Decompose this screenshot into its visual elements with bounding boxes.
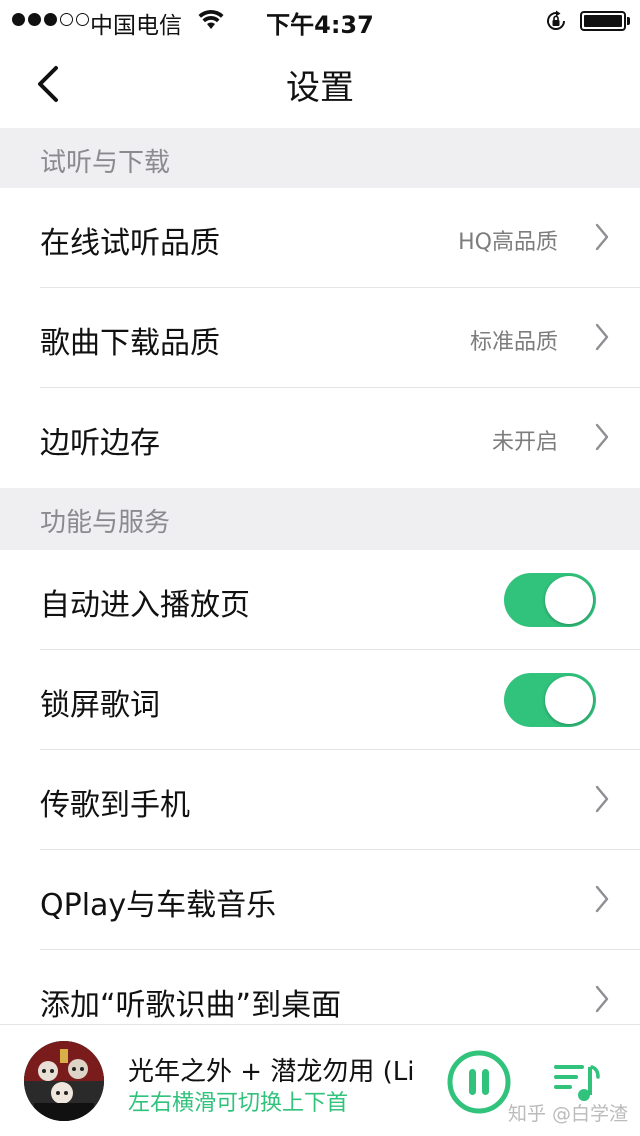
- row-value: 未开启: [491, 430, 558, 455]
- page-title: 设置: [286, 68, 354, 108]
- section-title: 功能与服务: [40, 508, 171, 538]
- row-online-quality[interactable]: 在线试听品质 HQ高品质: [0, 188, 640, 288]
- chevron-right-icon: [595, 885, 609, 913]
- row-label: 歌曲下载品质: [40, 326, 220, 361]
- row-label: 传歌到手机: [40, 788, 190, 823]
- album-cover[interactable]: [24, 1041, 104, 1121]
- mini-player[interactable]: 光年之外 + 潜龙勿用 (Li 左右横滑可切换上下首 知乎 @白学渣: [0, 1024, 640, 1136]
- row-download-quality[interactable]: 歌曲下载品质 标准品质: [0, 288, 640, 388]
- album-art-image: [24, 1041, 104, 1121]
- row-qplay-car-music[interactable]: QPlay与车载音乐: [0, 850, 640, 950]
- chevron-right-icon: [595, 785, 609, 813]
- orientation-lock-icon: [547, 10, 566, 30]
- row-auto-enter-player: 自动进入播放页: [0, 550, 640, 650]
- row-label: 自动进入播放页: [40, 588, 250, 623]
- auto-enter-player-toggle[interactable]: [504, 573, 596, 627]
- pause-icon[interactable]: [446, 1049, 512, 1115]
- navigation-bar: 设置: [0, 40, 640, 128]
- watermark: 知乎 @白学渣: [508, 1103, 629, 1125]
- row-value: 标准品质: [469, 330, 558, 355]
- row-cache-while-listening[interactable]: 边听边存 未开启: [0, 388, 640, 488]
- chevron-right-icon: [595, 985, 609, 1013]
- lockscreen-lyrics-toggle[interactable]: [504, 673, 596, 727]
- row-lockscreen-lyrics: 锁屏歌词: [0, 650, 640, 750]
- now-playing-title: 光年之外 + 潜龙勿用 (Li: [128, 1057, 415, 1087]
- row-label: 锁屏歌词: [40, 688, 160, 723]
- toggle-knob: [545, 576, 593, 624]
- row-value: HQ高品质: [458, 230, 558, 255]
- section-header-features-services: 功能与服务: [0, 488, 640, 550]
- section-header-trial-download: 试听与下载: [0, 128, 640, 188]
- chevron-right-icon: [595, 423, 609, 451]
- row-label: QPlay与车载音乐: [40, 888, 277, 923]
- row-transfer-to-phone[interactable]: 传歌到手机: [0, 750, 640, 850]
- battery-tip: [627, 17, 630, 25]
- row-label: 边听边存: [40, 426, 160, 461]
- status-bar: 中国电信 下午4:37: [0, 0, 640, 40]
- toggle-knob: [545, 676, 593, 724]
- section-title: 试听与下载: [40, 148, 171, 178]
- chevron-right-icon: [595, 223, 609, 251]
- row-label: 在线试听品质: [40, 226, 220, 261]
- swipe-hint: 左右横滑可切换上下首: [128, 1091, 349, 1116]
- chevron-right-icon: [595, 323, 609, 351]
- playlist-icon[interactable]: [550, 1059, 602, 1103]
- battery-icon: [580, 11, 626, 31]
- row-label: 添加“听歌识曲”到桌面: [40, 988, 342, 1023]
